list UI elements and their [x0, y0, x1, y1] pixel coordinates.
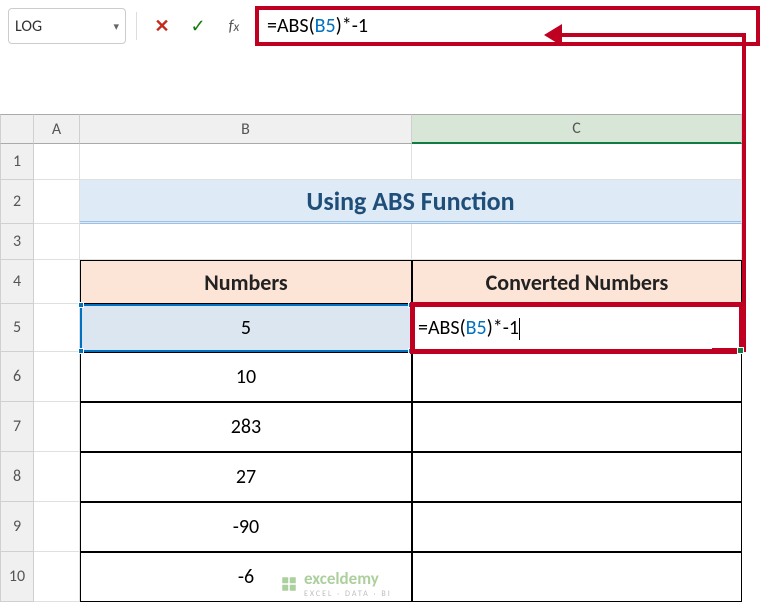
row-header-7[interactable]: 7: [0, 402, 34, 452]
col-header-b[interactable]: B: [80, 114, 412, 144]
cell-b9[interactable]: -90: [80, 502, 412, 552]
row-header-10[interactable]: 10: [0, 552, 34, 602]
header-numbers-cell[interactable]: Numbers: [80, 260, 412, 304]
merged-title-cell[interactable]: Using ABS Function: [80, 180, 742, 224]
watermark-sub: EXCEL · DATA · BI: [304, 589, 392, 599]
divider: [136, 12, 137, 40]
cell-a7[interactable]: [34, 402, 80, 452]
cancel-icon[interactable]: ✕: [147, 11, 177, 41]
cell-a4[interactable]: [34, 260, 80, 304]
cell-a2[interactable]: [34, 180, 80, 224]
row-header-2[interactable]: 2: [0, 180, 34, 224]
exceldemy-logo-icon: [280, 575, 298, 593]
grid-row: 3: [0, 224, 768, 260]
grid: 1 2 Using ABS Function 3 4 Numbers Conve…: [0, 144, 768, 602]
name-box-text: LOG: [15, 17, 42, 36]
col-header-c[interactable]: C: [412, 114, 742, 144]
cell-c8[interactable]: [412, 452, 742, 502]
grid-row: 4 Numbers Converted Numbers: [0, 260, 768, 304]
grid-row: 5 5 =ABS(B5)*-1: [0, 304, 768, 352]
grid-row: 1: [0, 144, 768, 180]
row-header-5[interactable]: 5: [0, 304, 34, 352]
cell-a5[interactable]: [34, 304, 80, 352]
cell-c6[interactable]: [412, 352, 742, 402]
cell-b1[interactable]: [80, 144, 412, 180]
col-header-a[interactable]: A: [34, 114, 80, 144]
cell-b8[interactable]: 27: [80, 452, 412, 502]
grid-row: 2 Using ABS Function: [0, 180, 768, 224]
annotation-arrow: [554, 33, 744, 37]
cell-b5[interactable]: 5: [80, 304, 412, 352]
cell-c9[interactable]: [412, 502, 742, 552]
cell-c7[interactable]: [412, 402, 742, 452]
cell-b5-value: 5: [241, 316, 251, 340]
cell-a9[interactable]: [34, 502, 80, 552]
cell-b7[interactable]: 283: [80, 402, 412, 452]
row-header-9[interactable]: 9: [0, 502, 34, 552]
cell-b6[interactable]: 10: [80, 352, 412, 402]
cell-a10[interactable]: [34, 552, 80, 602]
cell-b3[interactable]: [80, 224, 412, 260]
formula-text: =ABS(B5)*-1: [267, 14, 368, 38]
fill-handle[interactable]: [737, 347, 744, 354]
cell-c10[interactable]: [412, 552, 742, 602]
grid-row: 7 283: [0, 402, 768, 452]
cell-c5-formula: =ABS(B5)*-1: [414, 316, 520, 340]
cell-a1[interactable]: [34, 144, 80, 180]
select-all-corner[interactable]: [0, 114, 34, 144]
selection-handle[interactable]: [78, 302, 84, 308]
cell-a6[interactable]: [34, 352, 80, 402]
cell-a8[interactable]: [34, 452, 80, 502]
name-box[interactable]: LOG ▾: [8, 8, 126, 44]
column-headers: A B C: [0, 114, 768, 144]
fx-icon[interactable]: fx: [219, 11, 249, 41]
grid-row: 6 10: [0, 352, 768, 402]
grid-row: 9 -90: [0, 502, 768, 552]
row-header-6[interactable]: 6: [0, 352, 34, 402]
watermark-brand: exceldemy: [304, 568, 392, 589]
grid-row: 8 27: [0, 452, 768, 502]
watermark: exceldemy EXCEL · DATA · BI: [280, 568, 392, 599]
cell-c5-editing[interactable]: =ABS(B5)*-1: [412, 304, 742, 352]
selection-handle[interactable]: [78, 348, 84, 354]
cell-c1[interactable]: [412, 144, 742, 180]
row-header-8[interactable]: 8: [0, 452, 34, 502]
formula-bar-area: LOG ▾ ✕ ✓ fx =ABS(B5)*-1: [0, 0, 768, 52]
enter-icon[interactable]: ✓: [183, 11, 213, 41]
header-converted-cell[interactable]: Converted Numbers: [412, 260, 742, 304]
chevron-down-icon[interactable]: ▾: [113, 20, 119, 33]
annotation-arrow-head: [544, 24, 562, 46]
row-header-3[interactable]: 3: [0, 224, 34, 260]
row-header-4[interactable]: 4: [0, 260, 34, 304]
cell-c3[interactable]: [412, 224, 742, 260]
formula-bar-input[interactable]: =ABS(B5)*-1: [255, 6, 760, 46]
cell-a3[interactable]: [34, 224, 80, 260]
row-header-1[interactable]: 1: [0, 144, 34, 180]
